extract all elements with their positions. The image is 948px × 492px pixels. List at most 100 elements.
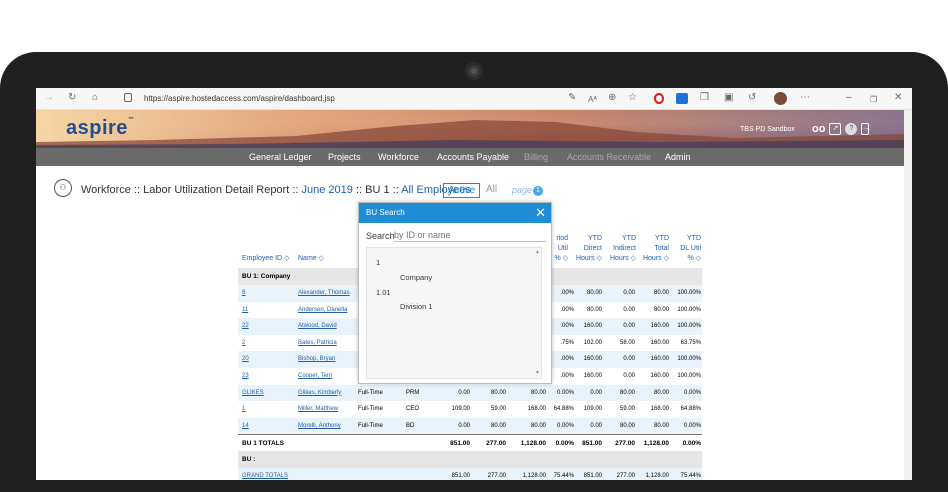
read-aloud-icon[interactable]: Aᴬ	[588, 94, 597, 106]
ytd-indirect: 0.00	[623, 356, 635, 363]
employment-type: Full-Time	[358, 389, 383, 396]
indirect-hours: 80.00	[490, 422, 506, 429]
outlook-icon[interactable]	[676, 93, 688, 104]
close-icon[interactable]: ✕	[535, 206, 546, 220]
glasses-icon[interactable]: oo	[812, 123, 825, 135]
employee-name-link[interactable]: Miller, Matthew	[298, 406, 338, 412]
table-row: GLIKES Glikes, Kimberly Full-Time PRM 0.00 80…	[238, 384, 702, 402]
col-header-ytd-indirect[interactable]: YTD Indirect Hours ◇	[603, 234, 636, 264]
period-link[interactable]: June 2019	[302, 184, 353, 196]
back-icon[interactable]: →	[44, 92, 54, 104]
col-header-employee-id[interactable]: Employee ID ◇	[242, 254, 289, 264]
page-number[interactable]: 1	[533, 186, 543, 196]
profile-avatar[interactable]	[774, 92, 787, 105]
opera-icon[interactable]	[654, 93, 664, 104]
nav-accounts-receivable: Accounts Receivable	[567, 152, 652, 162]
logout-icon[interactable]: →	[861, 123, 870, 135]
employee-id-link[interactable]: 11	[242, 307, 248, 313]
page-label: page	[512, 185, 533, 195]
col-header-ytd-direct[interactable]: YTD Direct Hours ◇	[570, 234, 602, 264]
ytd-indirect: 80.00	[619, 389, 635, 396]
browser-toolbar: → ↻ ⌂ https://aspire.hostedaccess.com/as…	[36, 88, 912, 110]
nav-accounts-payable[interactable]: Accounts Payable	[437, 152, 509, 162]
bu-totals-row: BU 1 TOTALS 851.00 277.00 1,128.00 0.00%…	[238, 434, 702, 451]
main-nav: General Ledger Projects Workforce Accoun…	[36, 148, 904, 166]
col-header-ytd-total[interactable]: YTD Total Hours ◇	[638, 234, 669, 264]
scroll-up-icon[interactable]: ▲	[535, 249, 540, 255]
ytd-dl-util: 0.00%	[683, 422, 701, 429]
bu-results-list: 1 Company 1.01 Division 1 ▲ ▼	[366, 247, 542, 379]
sandbox-label: TBS PD Sandbox	[740, 126, 795, 133]
active-filter-button[interactable]: Active	[443, 183, 481, 198]
nav-workforce[interactable]: Workforce	[378, 152, 419, 162]
screen: → ↻ ⌂ https://aspire.hostedaccess.com/as…	[36, 88, 912, 480]
direct-hours: 0.00	[458, 389, 470, 396]
employee-id-link[interactable]: 1	[242, 406, 245, 412]
page-title: Workforce :: Labor Utilization Detail Re…	[81, 184, 471, 196]
ytd-direct: 160.00	[583, 323, 602, 330]
employee-name-link[interactable]: Bishop, Bryan	[298, 356, 335, 362]
ytd-indirect: 58.00	[619, 339, 635, 346]
help-icon[interactable]: ?	[845, 123, 858, 135]
period-util: 0.00%	[556, 422, 574, 429]
total-hours: 80.00	[530, 389, 546, 396]
home-icon[interactable]: ⌂	[92, 92, 98, 104]
employee-id-link[interactable]: 22	[242, 323, 249, 329]
ytd-total: 160.00	[650, 373, 669, 379]
ytd-total: 160.00	[650, 339, 669, 346]
ytd-total: 168.00	[650, 406, 669, 413]
minimize-icon[interactable]: –	[846, 92, 852, 104]
restore-icon[interactable]: ❐	[870, 94, 877, 106]
employee-name-link[interactable]: Cooper, Terri	[298, 373, 332, 379]
employee-id-link[interactable]: 2	[242, 340, 245, 346]
close-window-icon[interactable]: ✕	[894, 92, 902, 104]
zoom-icon[interactable]: ⊕	[608, 92, 616, 104]
address-bar[interactable]: https://aspire.hostedaccess.com/aspire/d…	[144, 94, 335, 103]
ytd-indirect: 0.00	[623, 306, 635, 313]
search-label: Search	[366, 231, 395, 241]
edit-box-icon[interactable]: ↗	[829, 123, 842, 135]
ytd-direct: 80.00	[586, 290, 602, 296]
employee-name-link[interactable]: Alexander, Thomas	[298, 290, 350, 296]
employee-name-link[interactable]: Glikes, Kimberly	[298, 390, 341, 396]
employee-name-link[interactable]: Andersen, Danella	[298, 307, 347, 313]
all-filter-button[interactable]: All	[486, 184, 497, 195]
col-header-ytd-dl-util[interactable]: YTD DL Util % ◇	[670, 234, 701, 264]
list-scrollbar[interactable]: ▲ ▼	[534, 248, 541, 378]
employee-id-link[interactable]: 23	[242, 373, 249, 379]
nav-billing: Billing	[524, 152, 549, 162]
collections-icon[interactable]: ❐	[700, 92, 709, 104]
nav-general-ledger[interactable]: General Ledger	[249, 152, 312, 162]
more-icon[interactable]: ⋯	[800, 92, 810, 104]
nav-admin[interactable]: Admin	[665, 152, 691, 162]
edit-icon[interactable]: ✎	[568, 92, 576, 104]
ytd-indirect: 59.00	[619, 406, 635, 413]
ytd-total: 80.00	[653, 306, 669, 313]
col-header-name[interactable]: Name ◇	[298, 254, 324, 264]
ytd-total: 160.00	[650, 356, 669, 363]
update-icon[interactable]: ↺	[748, 92, 756, 104]
page-scrollbar[interactable]	[904, 110, 912, 480]
nav-projects[interactable]: Projects	[328, 152, 361, 162]
employee-name-link[interactable]: Morelli, Anthony	[298, 423, 341, 429]
extension-icon[interactable]: ▣	[724, 92, 733, 104]
aspire-logo[interactable]: aspire™	[66, 117, 134, 140]
ytd-indirect: 0.00	[623, 323, 635, 330]
ytd-direct: 109.00	[583, 406, 602, 413]
ytd-direct: 160.00	[583, 356, 602, 363]
app-header-banner: aspire™ TBS PD Sandbox oo ↗ ? →	[36, 110, 904, 148]
scroll-down-icon[interactable]: ▼	[535, 370, 540, 376]
ytd-dl-util: 100.00%	[677, 323, 701, 330]
employee-name-link[interactable]: Bates, Patricia	[298, 340, 337, 346]
grand-totals-link[interactable]: GRAND TOTALS	[242, 473, 288, 479]
employee-id-link[interactable]: 14	[242, 423, 249, 429]
employee-id-link[interactable]: 20	[242, 356, 249, 362]
bu-search-input[interactable]	[394, 229, 546, 242]
favorite-icon[interactable]: ☆	[628, 92, 637, 104]
reload-icon[interactable]: ↻	[68, 92, 76, 104]
employee-id-link[interactable]: 8	[242, 290, 245, 296]
employee-id-link[interactable]: GLIKES	[242, 390, 264, 396]
total-hours: 80.00	[530, 422, 546, 429]
employee-name-link[interactable]: Atwood, David	[298, 323, 337, 329]
ytd-direct: 160.00	[583, 373, 602, 379]
